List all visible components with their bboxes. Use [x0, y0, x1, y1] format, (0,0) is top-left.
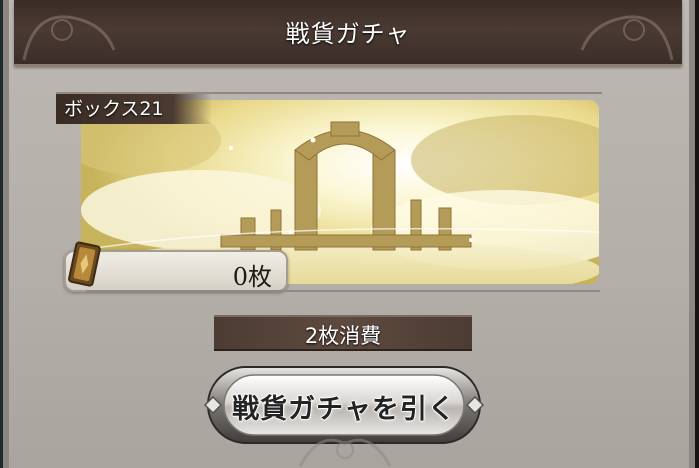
screen-edge-right — [695, 0, 699, 468]
ticket-icon — [68, 241, 101, 287]
cost-label-box: 2枚消費 — [214, 315, 472, 351]
box-banner: ボックス21 0枚 — [56, 92, 602, 296]
page-title: 戦貨ガチャ — [285, 20, 411, 48]
cost-label: 2枚消費 — [304, 324, 382, 348]
header-bar: 戦貨ガチャ — [14, 0, 682, 66]
ticket-count: 0枚 — [232, 263, 272, 291]
ticket-count-box: 0枚 — [64, 241, 288, 292]
banner-divider-bottom — [86, 290, 600, 292]
box-number-label: ボックス21 — [56, 94, 212, 124]
bottom-ornament — [298, 438, 392, 467]
